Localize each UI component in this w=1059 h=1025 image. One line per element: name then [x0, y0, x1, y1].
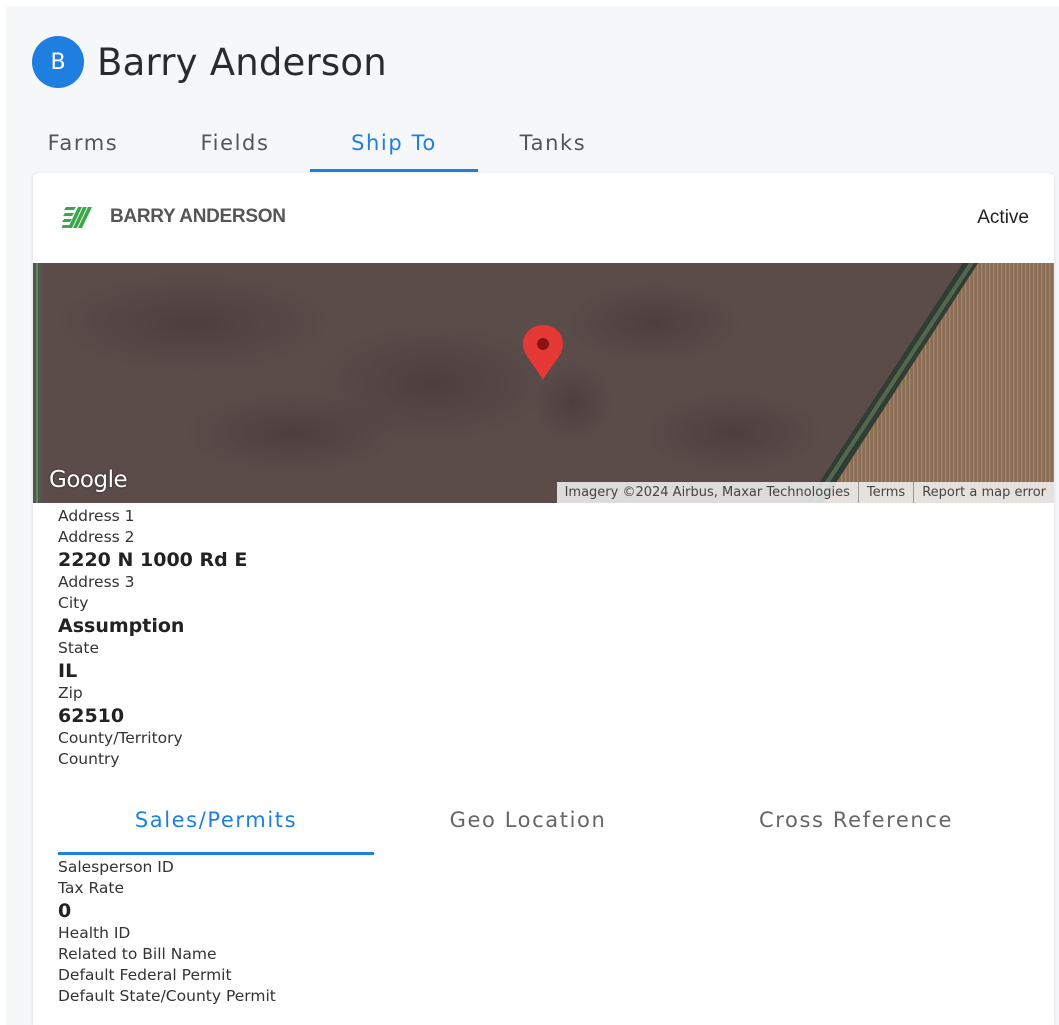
card-header: BARRY ANDERSON Active — [33, 173, 1054, 263]
county-label: County/Territory — [58, 729, 183, 747]
related-bill-name-label: Related to Bill Name — [58, 945, 217, 963]
default-state-permit-label: Default State/County Permit — [58, 987, 276, 1005]
address2-label: Address 2 — [58, 528, 135, 546]
tab-fields[interactable]: Fields — [160, 114, 310, 172]
country-label: Country — [58, 750, 120, 768]
tab-ship-to[interactable]: Ship To — [310, 114, 478, 172]
state-value: IL — [58, 660, 78, 682]
terms-link[interactable]: Terms — [857, 482, 913, 503]
card-title: BARRY ANDERSON — [110, 206, 286, 227]
city-value: Assumption — [58, 615, 185, 637]
default-federal-permit-label: Default Federal Permit — [58, 966, 232, 984]
tab-tanks[interactable]: Tanks — [478, 114, 628, 172]
address-fields: Address 1 Address 2 2220 N 1000 Rd E Add… — [58, 506, 247, 770]
city-label: City — [58, 594, 89, 612]
state-label: State — [58, 639, 100, 657]
striped-slash-logo-icon — [62, 207, 92, 228]
detail-tab-bar: Sales/Permits Geo Location Cross Referen… — [58, 785, 1054, 855]
imagery-credit: Imagery ©2024 Airbus, Maxar Technologies — [564, 485, 850, 500]
customer-header: B Barry Anderson — [32, 34, 387, 90]
zip-value: 62510 — [58, 705, 125, 727]
avatar: B — [32, 36, 84, 88]
satellite-map[interactable]: Google Imagery ©2024 Airbus, Maxar Techn… — [33, 263, 1054, 503]
google-logo: Google — [49, 467, 128, 493]
zip-label: Zip — [58, 684, 83, 702]
health-id-label: Health ID — [58, 924, 131, 942]
tax-rate-value: 0 — [58, 900, 72, 922]
map-imagery — [33, 263, 1054, 503]
ship-to-card: BARRY ANDERSON Active Google Imagery ©20… — [33, 173, 1054, 1025]
ship-to-page: B Barry Anderson Farms Fields Ship To Ta… — [6, 6, 1059, 1025]
tab-farms[interactable]: Farms — [6, 114, 160, 172]
salesperson-id-label: Salesperson ID — [58, 858, 174, 876]
address2-value: 2220 N 1000 Rd E — [58, 549, 248, 571]
tax-rate-label: Tax Rate — [58, 879, 125, 897]
top-tab-bar: Farms Fields Ship To Tanks — [6, 114, 628, 172]
address1-label: Address 1 — [58, 507, 135, 525]
map-attribution: Imagery ©2024 Airbus, Maxar Technologies… — [556, 482, 1054, 503]
sales-permits-fields: Salesperson ID Tax Rate 0 Health ID Rela… — [58, 857, 276, 1007]
report-map-error-link[interactable]: Report a map error — [913, 482, 1054, 503]
status-badge: Active — [977, 207, 1029, 228]
tab-cross-reference[interactable]: Cross Reference — [722, 785, 990, 855]
page-title: Barry Anderson — [97, 40, 387, 84]
tab-sales-permits[interactable]: Sales/Permits — [58, 785, 374, 855]
tab-geo-location[interactable]: Geo Location — [394, 785, 662, 855]
address3-label: Address 3 — [58, 573, 135, 591]
